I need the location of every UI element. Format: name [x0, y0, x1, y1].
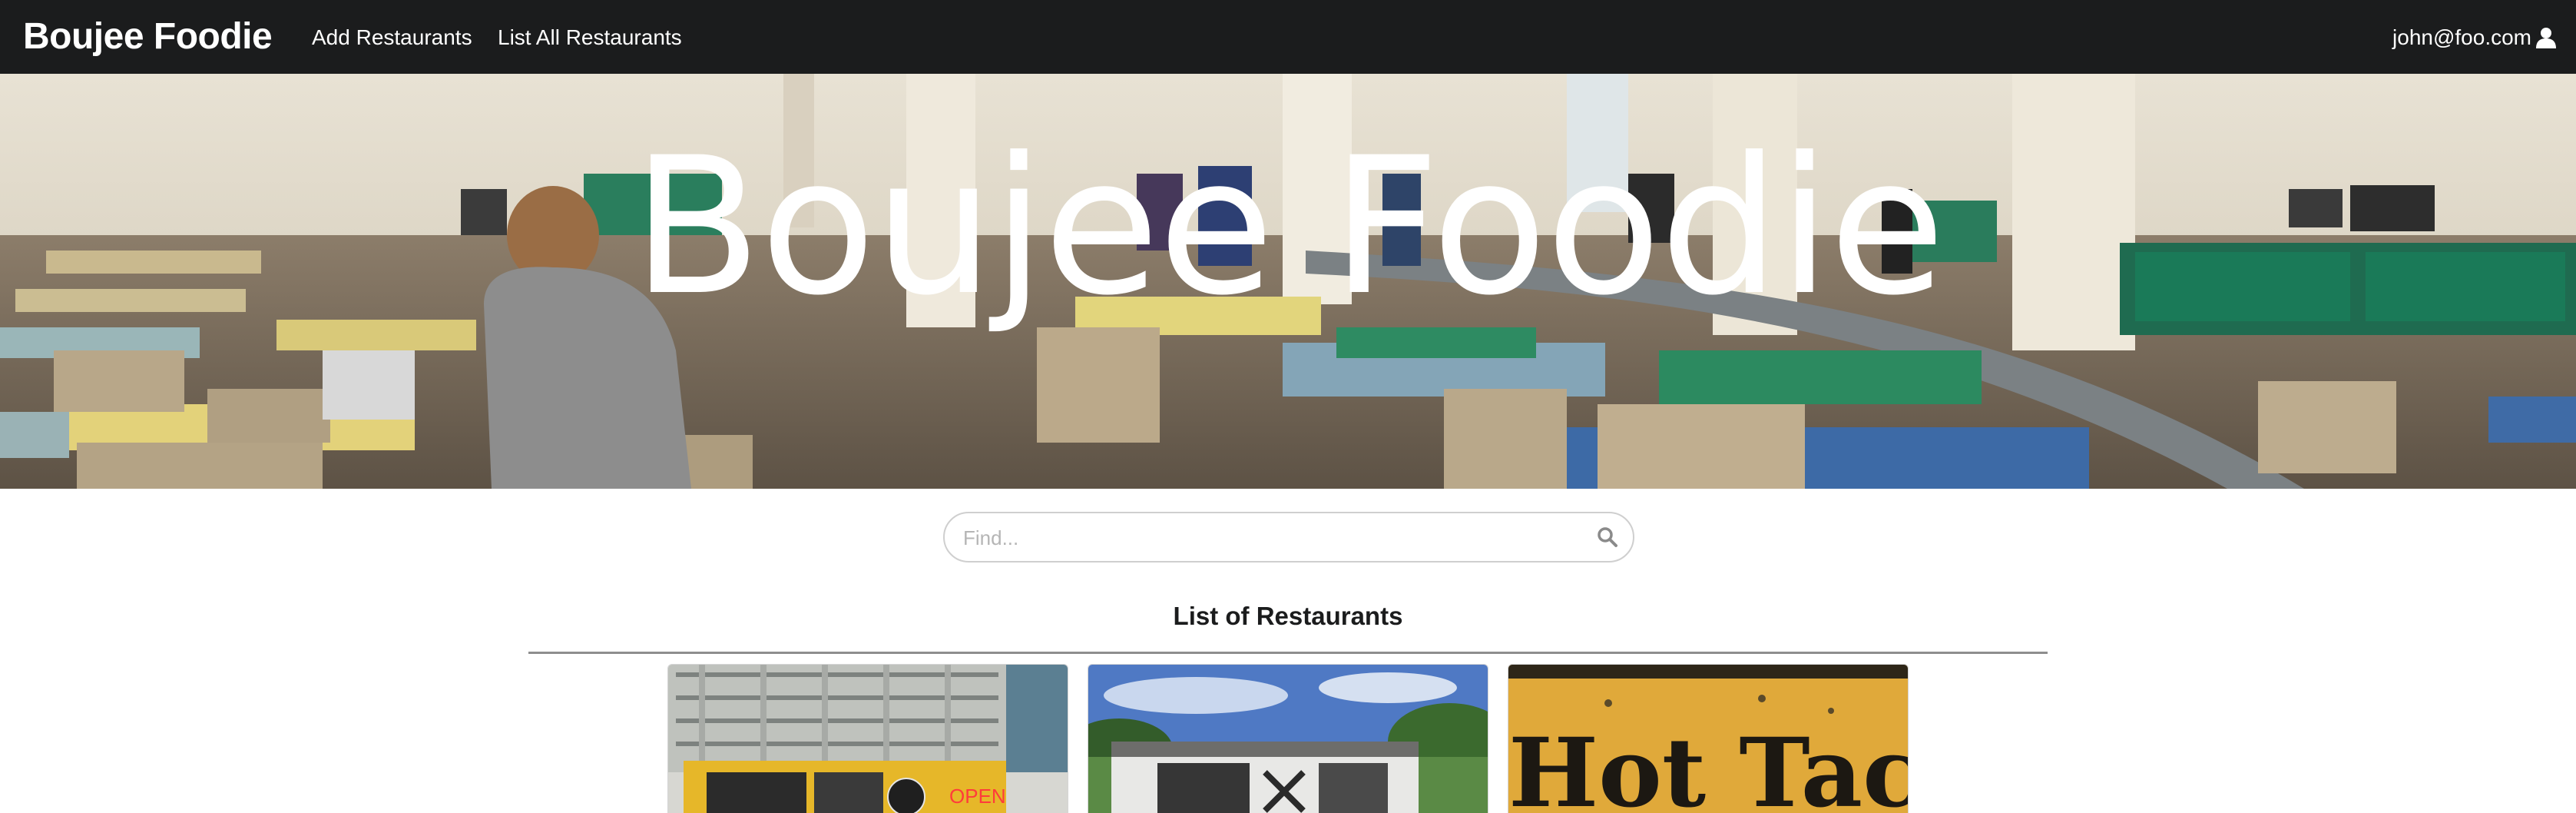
search-input[interactable] — [963, 523, 1562, 553]
user-email: john@foo.com — [2392, 25, 2531, 49]
restaurant-card[interactable] — [1088, 664, 1488, 813]
nav-add-restaurants-link[interactable]: Add Restaurants — [312, 25, 472, 51]
card-neon-sign-text: OPEN — [949, 785, 1006, 808]
restaurant-card[interactable]: OPEN — [667, 664, 1068, 813]
list-divider — [528, 652, 2048, 654]
user-menu[interactable]: john@foo.com — [2392, 25, 2556, 51]
brand-logo-link[interactable]: Boujee Foodie — [23, 12, 273, 61]
restaurant-list-title: List of Restaurants — [1173, 602, 1403, 630]
user-icon — [2536, 27, 2556, 48]
hero-banner: Boujee Foodie — [0, 74, 2576, 489]
top-navbar: Boujee Foodie Add Restaurants List All R… — [0, 0, 2576, 74]
restaurant-card-image: OPEN — [668, 665, 1068, 813]
restaurant-card-image: Hot Tacos — [1508, 665, 1909, 813]
restaurant-card-image — [1088, 665, 1488, 813]
restaurant-card[interactable]: Hot Tacos — [1508, 664, 1909, 813]
hero-title: Boujee Foodie — [631, 118, 1945, 337]
search-icon[interactable] — [1596, 526, 1619, 553]
nav-list-all-restaurants-link[interactable]: List All Restaurants — [498, 25, 682, 51]
card-truck-sign-text: Hot Tacos — [1508, 718, 1909, 813]
search-box — [943, 512, 1634, 562]
